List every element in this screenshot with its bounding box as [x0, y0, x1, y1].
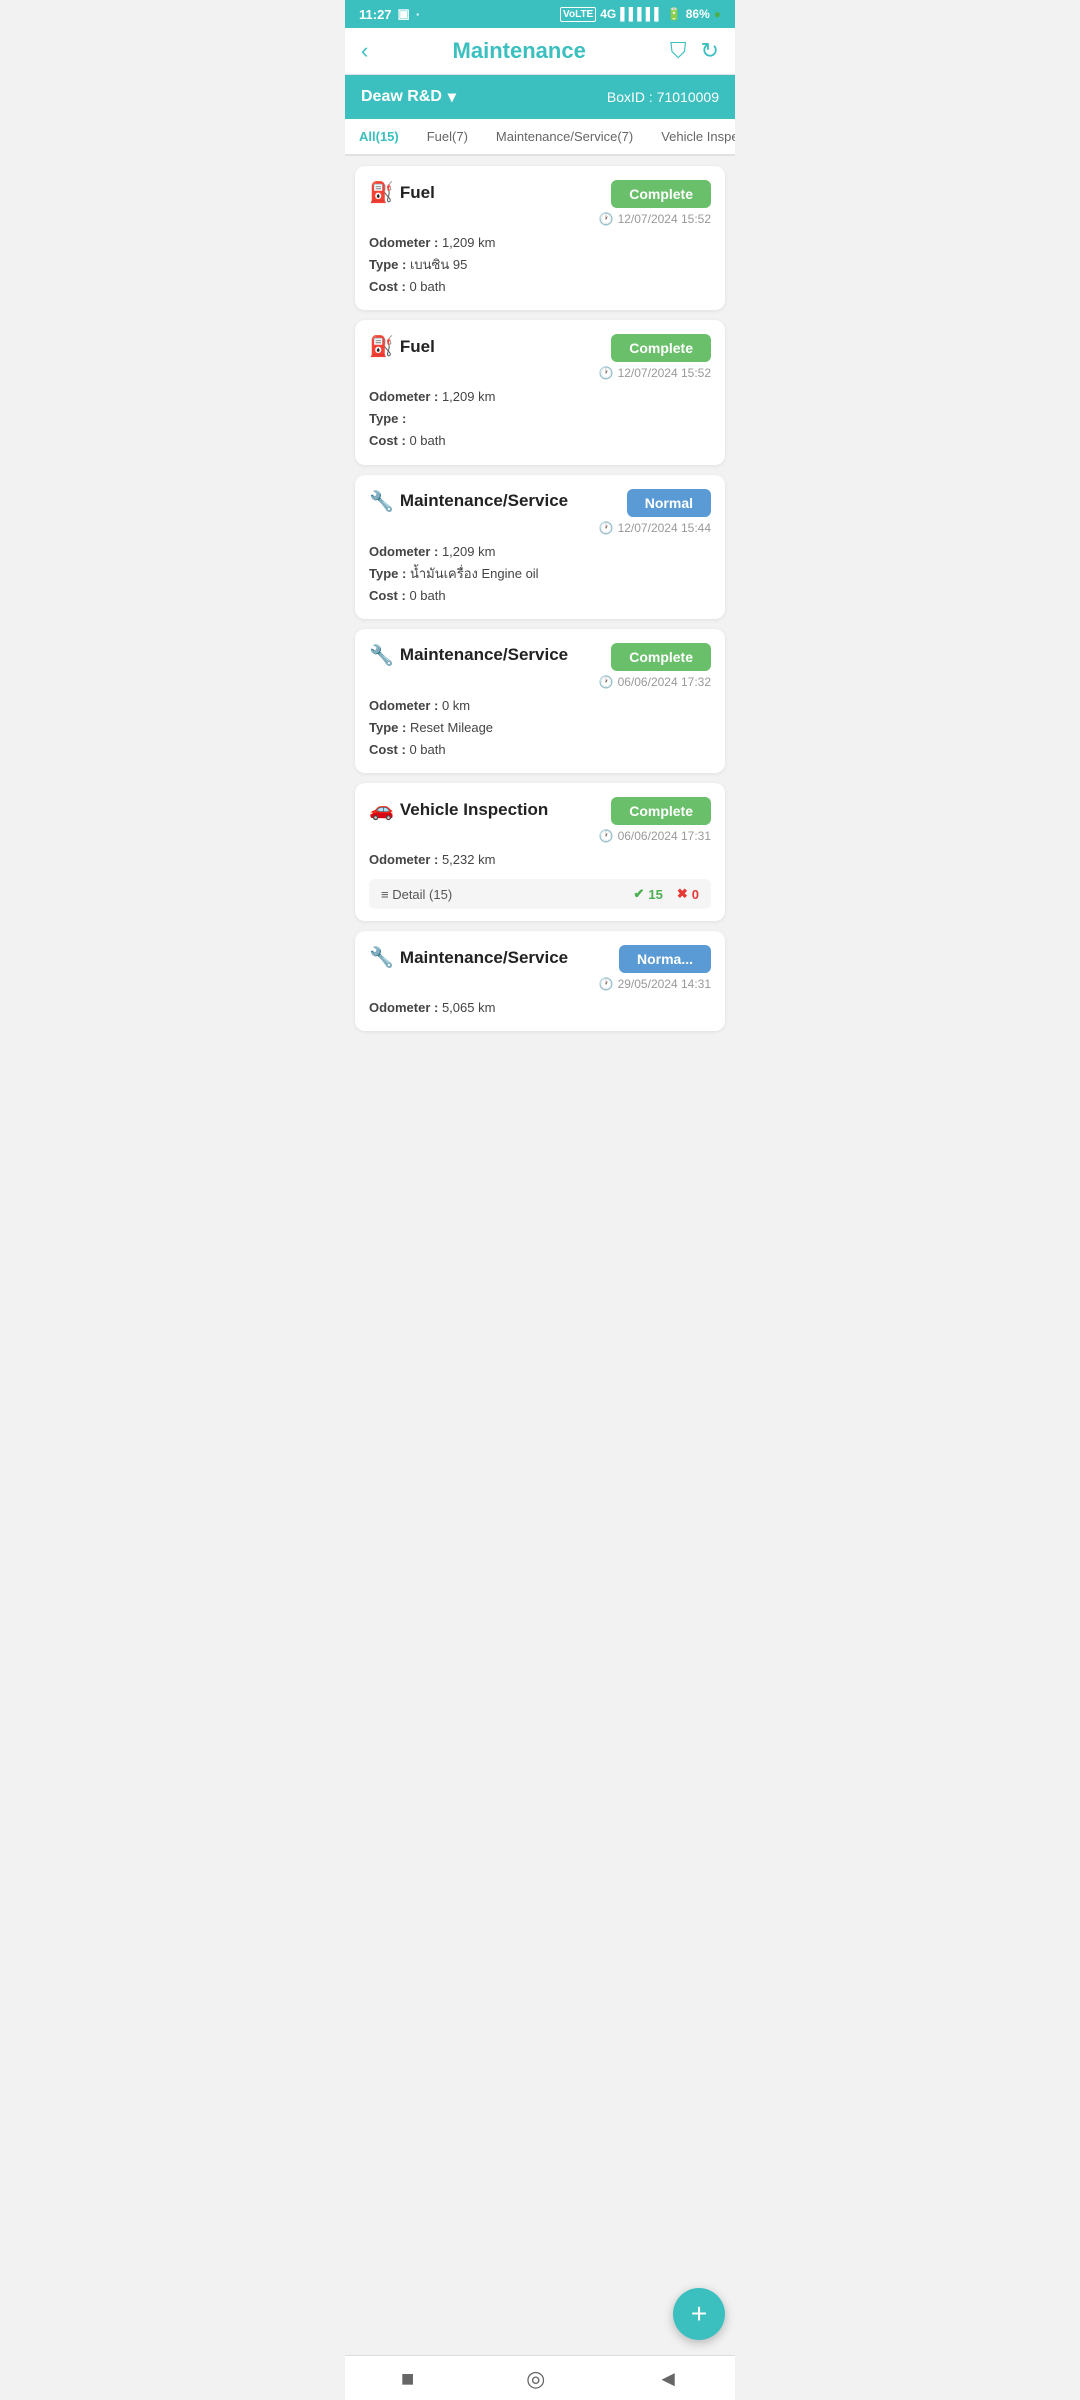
wrench-icon-2: 🔧 — [369, 643, 394, 668]
wrench-icon-1: 🔧 — [369, 489, 394, 514]
card-right-1: Complete 🕐 12/07/2024 15:52 — [599, 180, 711, 226]
signal-icon: ▌▌▌▌▌ — [620, 7, 663, 21]
time: 11:27 — [359, 7, 392, 22]
clock-icon-4: 🕐 — [599, 675, 614, 689]
battery-dot: ● — [714, 7, 721, 21]
clock-icon-2: 🕐 — [599, 366, 614, 380]
box-id: BoxID : 71010009 — [607, 89, 719, 105]
cards-list: ⛽ Fuel Complete 🕐 12/07/2024 15:52 Odome… — [345, 156, 735, 1041]
fuel-icon-1: ⛽ — [369, 180, 394, 205]
card-title-6: 🔧 Maintenance/Service — [369, 945, 568, 970]
card-date-6: 🕐 29/05/2024 14:31 — [599, 977, 711, 991]
card-title-4: 🔧 Maintenance/Service — [369, 643, 568, 668]
nav-icons: ⛉ ↻ — [670, 38, 719, 64]
card-title-2: ⛽ Fuel — [369, 334, 435, 359]
dropdown-icon: ▾ — [448, 87, 456, 107]
card-title-1: ⛽ Fuel — [369, 180, 435, 205]
card-right-2: Complete 🕐 12/07/2024 15:52 — [599, 334, 711, 380]
card-fuel-2: ⛽ Fuel Complete 🕐 12/07/2024 15:52 Odome… — [355, 320, 725, 464]
header-band: Deaw R&D ▾ BoxID : 71010009 — [345, 75, 735, 119]
tab-maintenance[interactable]: Maintenance/Service(7) — [482, 119, 647, 156]
tabs-bar: All(15) Fuel(7) Maintenance/Service(7) V… — [345, 119, 735, 156]
card-date-4: 🕐 06/06/2024 17:32 — [599, 675, 711, 689]
battery-icon: 🔋 — [667, 7, 682, 21]
bottom-nav-square[interactable]: ■ — [401, 2366, 414, 2392]
fuel-icon-2: ⛽ — [369, 334, 394, 359]
card-detail-6: Odometer : 5,065 km — [369, 997, 711, 1019]
status-bar-left: 11:27 ▣ · — [359, 6, 420, 22]
detail-counts: ✔ 15 ✖ 0 — [633, 886, 699, 902]
card-right-5: Complete 🕐 06/06/2024 17:31 — [599, 797, 711, 843]
card-title-3: 🔧 Maintenance/Service — [369, 489, 568, 514]
card-title-5: 🚗 Vehicle Inspection — [369, 797, 548, 822]
network-icon: 4G — [600, 7, 616, 21]
bottom-nav-home[interactable]: ◎ — [526, 2366, 545, 2392]
clock-icon-1: 🕐 — [599, 212, 614, 226]
status-bar-right: VoLTE 4G ▌▌▌▌▌ 🔋 86% ● — [560, 7, 721, 22]
card-detail-1: Odometer : 1,209 km Type : เบนซิน 95 Cos… — [369, 232, 711, 298]
tab-all[interactable]: All(15) — [345, 119, 413, 156]
card-vehicle-1: 🚗 Vehicle Inspection Complete 🕐 06/06/20… — [355, 783, 725, 921]
back-button[interactable]: ‹ — [361, 38, 368, 64]
card-detail-3: Odometer : 1,209 km Type : น้ำมันเครื่อง… — [369, 541, 711, 607]
cross-icon: ✖ — [677, 886, 688, 902]
sim-icon: ▣ — [398, 6, 410, 22]
checkmark-icon: ✔ — [633, 886, 644, 902]
card-detail-2: Odometer : 1,209 km Type : Cost : 0 bath — [369, 386, 711, 452]
company-name: Deaw R&D — [361, 88, 442, 106]
detail-label: ≡ Detail (15) — [381, 887, 452, 902]
status-btn-3[interactable]: Normal — [627, 489, 711, 517]
card-fuel-1: ⛽ Fuel Complete 🕐 12/07/2024 15:52 Odome… — [355, 166, 725, 310]
status-btn-5[interactable]: Complete — [611, 797, 711, 825]
refresh-icon[interactable]: ↻ — [701, 38, 719, 64]
tab-vehicle-inspection[interactable]: Vehicle Inspection( — [647, 119, 735, 156]
card-detail-5: Odometer : 5,232 km — [369, 849, 711, 871]
status-dot: · — [416, 7, 420, 22]
card-date-5: 🕐 06/06/2024 17:31 — [599, 829, 711, 843]
company-selector[interactable]: Deaw R&D ▾ — [361, 87, 456, 107]
tab-fuel[interactable]: Fuel(7) — [413, 119, 482, 156]
card-maintenance-1: 🔧 Maintenance/Service Normal 🕐 12/07/202… — [355, 475, 725, 619]
status-btn-6[interactable]: Norma... — [619, 945, 711, 973]
fab-add-button[interactable]: + — [673, 2288, 725, 2340]
vo-lte-icon: VoLTE — [560, 7, 596, 22]
clock-icon-6: 🕐 — [599, 977, 614, 991]
card-maintenance-2: 🔧 Maintenance/Service Complete 🕐 06/06/2… — [355, 629, 725, 773]
page-title: Maintenance — [453, 38, 586, 64]
status-btn-4[interactable]: Complete — [611, 643, 711, 671]
card-right-6: Norma... 🕐 29/05/2024 14:31 — [599, 945, 711, 991]
card-date-3: 🕐 12/07/2024 15:44 — [599, 521, 711, 535]
vehicle-detail-row[interactable]: ≡ Detail (15) ✔ 15 ✖ 0 — [369, 879, 711, 909]
check-count: ✔ 15 — [633, 886, 662, 902]
card-right-3: Normal 🕐 12/07/2024 15:44 — [599, 489, 711, 535]
card-detail-4: Odometer : 0 km Type : Reset Mileage Cos… — [369, 695, 711, 761]
car-icon-1: 🚗 — [369, 797, 394, 822]
bottom-nav: ■ ◎ ◄ — [345, 2355, 735, 2400]
status-bar: 11:27 ▣ · VoLTE 4G ▌▌▌▌▌ 🔋 86% ● — [345, 0, 735, 28]
bottom-nav-back[interactable]: ◄ — [657, 2366, 679, 2392]
status-btn-2[interactable]: Complete — [611, 334, 711, 362]
battery-percent: 86% — [686, 7, 710, 21]
clock-icon-5: 🕐 — [599, 829, 614, 843]
filter-icon[interactable]: ⛉ — [670, 38, 687, 64]
card-maintenance-3: 🔧 Maintenance/Service Norma... 🕐 29/05/2… — [355, 931, 725, 1031]
card-date-1: 🕐 12/07/2024 15:52 — [599, 212, 711, 226]
cross-count: ✖ 0 — [677, 886, 699, 902]
card-right-4: Complete 🕐 06/06/2024 17:32 — [599, 643, 711, 689]
top-nav: ‹ Maintenance ⛉ ↻ — [345, 28, 735, 75]
status-btn-1[interactable]: Complete — [611, 180, 711, 208]
clock-icon-3: 🕐 — [599, 521, 614, 535]
card-date-2: 🕐 12/07/2024 15:52 — [599, 366, 711, 380]
wrench-icon-3: 🔧 — [369, 945, 394, 970]
